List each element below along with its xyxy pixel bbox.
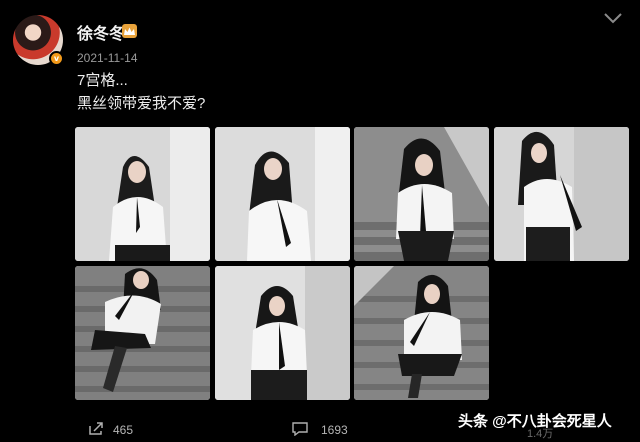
username[interactable]: 徐冬冬 <box>77 20 125 44</box>
post-text-line-1: 7宫格... <box>77 72 128 89</box>
watermark: 头条 @不八卦会死星人 <box>458 413 612 430</box>
comment-icon[interactable] <box>292 422 308 436</box>
photo-7[interactable] <box>354 266 489 400</box>
crown-icon <box>122 24 137 38</box>
post-text-line-2: 黑丝领带爱我不爱? <box>77 95 206 112</box>
repost-count: 465 <box>113 423 134 437</box>
chevron-down-icon[interactable] <box>603 12 623 24</box>
photo-6[interactable] <box>215 266 350 400</box>
photo-2[interactable] <box>215 127 350 261</box>
comment-count: 1693 <box>321 423 348 437</box>
photo-3[interactable] <box>354 127 489 261</box>
photo-4[interactable] <box>494 127 629 261</box>
post-timestamp: 2021-11-14 <box>77 51 138 65</box>
photo-1[interactable] <box>75 127 210 261</box>
photo-5[interactable] <box>75 266 210 400</box>
verified-badge: v <box>49 51 64 66</box>
share-icon[interactable] <box>88 422 104 436</box>
